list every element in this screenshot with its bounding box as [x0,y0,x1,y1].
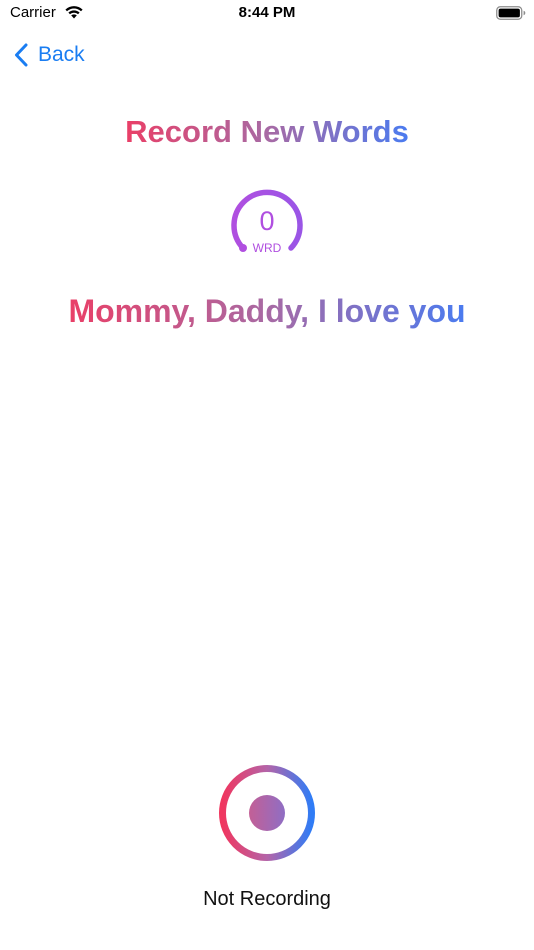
back-label: Back [38,43,85,66]
page-title: Record New Words [0,114,534,150]
recording-status: Not Recording [203,888,331,910]
record-icon [219,765,315,861]
back-button[interactable]: Back [14,40,85,70]
page-title-text: Record New Words [125,114,409,149]
chevron-left-icon [14,43,28,67]
battery-full-icon [496,6,526,20]
word-count-gauge: 0 WRD [229,186,305,258]
clock: 8:44 PM [238,4,296,21]
gauge-value: 0 [259,206,275,236]
phrase-text: Mommy, Daddy, I love you [0,293,534,330]
phrase-label: Mommy, Daddy, I love you [68,293,466,329]
status-bar: Carrier 8:44 PM [0,0,534,28]
gauge-unit: WRD [252,241,282,255]
record-button[interactable] [218,764,316,862]
